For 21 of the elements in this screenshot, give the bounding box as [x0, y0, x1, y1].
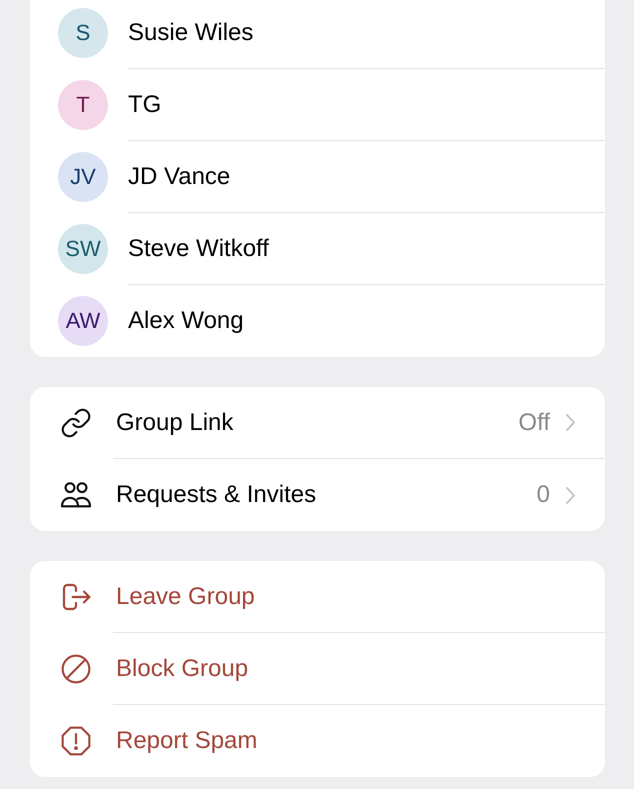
action-item[interactable]: Leave Group: [30, 561, 605, 633]
avatar: JV: [58, 152, 108, 202]
member-item[interactable]: S Susie Wiles: [30, 0, 605, 69]
warning-octagon-icon: [60, 725, 92, 757]
avatar: SW: [58, 224, 108, 274]
action-item[interactable]: Report Spam: [30, 705, 605, 777]
block-icon: [60, 653, 92, 685]
settings-item[interactable]: Group Link Off: [30, 387, 605, 459]
chevron-icon: [566, 414, 575, 431]
avatar: T: [58, 80, 108, 130]
avatar: AW: [58, 296, 108, 346]
exit-icon: [60, 581, 92, 613]
member-item[interactable]: T TG: [30, 69, 605, 141]
settings-item[interactable]: Requests & Invites 0: [30, 459, 605, 531]
action-item[interactable]: Block Group: [30, 633, 605, 705]
member-item[interactable]: SW Steve Witkoff: [30, 213, 605, 285]
avatar: S: [58, 8, 108, 58]
chevron-icon: [566, 486, 575, 504]
link-icon: [60, 407, 92, 439]
member-item[interactable]: AW Alex Wong: [30, 285, 605, 357]
member-item[interactable]: JV JD Vance: [30, 141, 605, 213]
